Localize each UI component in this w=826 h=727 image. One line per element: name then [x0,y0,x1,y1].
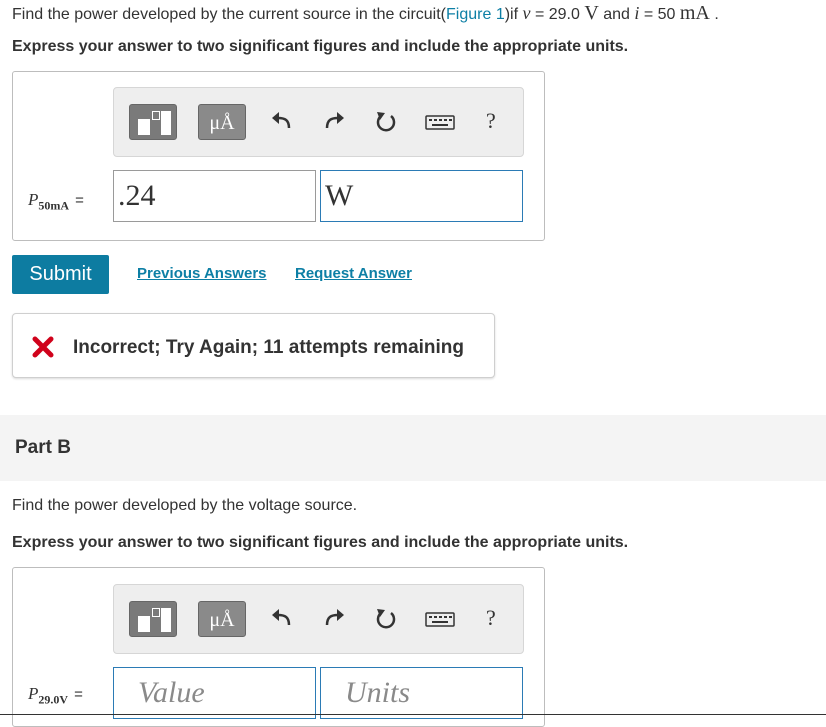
part-a-variable-label: P50mA = [28,190,84,213]
part-b-answer-panel: μÅ ? P29.0V = Value Units [12,567,545,727]
reset-icon[interactable] [373,108,399,136]
request-answer-link[interactable]: Request Answer [295,265,412,282]
part-b-variable-label: P29.0V = [28,684,83,707]
previous-answers-link[interactable]: Previous Answers [137,265,267,282]
units-button[interactable]: μÅ [198,601,246,637]
submit-button[interactable]: Submit [12,255,109,294]
part-b-title: Part B [15,437,71,458]
templates-button[interactable] [129,104,177,140]
incorrect-x-icon [32,336,54,358]
help-button[interactable]: ? [486,108,496,134]
redo-icon[interactable] [321,605,347,633]
part-a-answer-panel: μÅ ? P50mA = .24 W [12,71,545,241]
part-a-units-input[interactable]: W [320,170,523,222]
part-b-instruction: Express your answer to two significant f… [12,534,629,551]
templates-button[interactable] [129,601,177,637]
feedback-box: Incorrect; Try Again; 11 attempts remain… [12,313,495,378]
keyboard-icon[interactable] [425,108,455,136]
part-a-question: Find the power developed by the current … [12,2,719,24]
part-b-units-input[interactable]: Units [320,667,523,719]
part-b-header[interactable]: Part B [0,415,826,481]
redo-icon[interactable] [321,108,347,136]
part-b-value-input[interactable]: Value [113,667,316,719]
bottom-divider [0,714,826,715]
figure-1-link[interactable]: Figure 1 [446,6,505,23]
feedback-message: Incorrect; Try Again; 11 attempts remain… [73,337,465,358]
undo-icon[interactable] [269,605,295,633]
help-button[interactable]: ? [486,605,496,631]
part-a-value-input[interactable]: .24 [113,170,316,222]
part-a-instruction: Express your answer to two significant f… [12,38,629,55]
part-b-toolbar: μÅ ? [113,584,524,654]
units-button[interactable]: μÅ [198,104,246,140]
keyboard-icon[interactable] [425,605,455,633]
part-a-toolbar: μÅ ? [113,87,524,157]
reset-icon[interactable] [373,605,399,633]
part-b-question: Find the power developed by the voltage … [12,497,358,514]
undo-icon[interactable] [269,108,295,136]
